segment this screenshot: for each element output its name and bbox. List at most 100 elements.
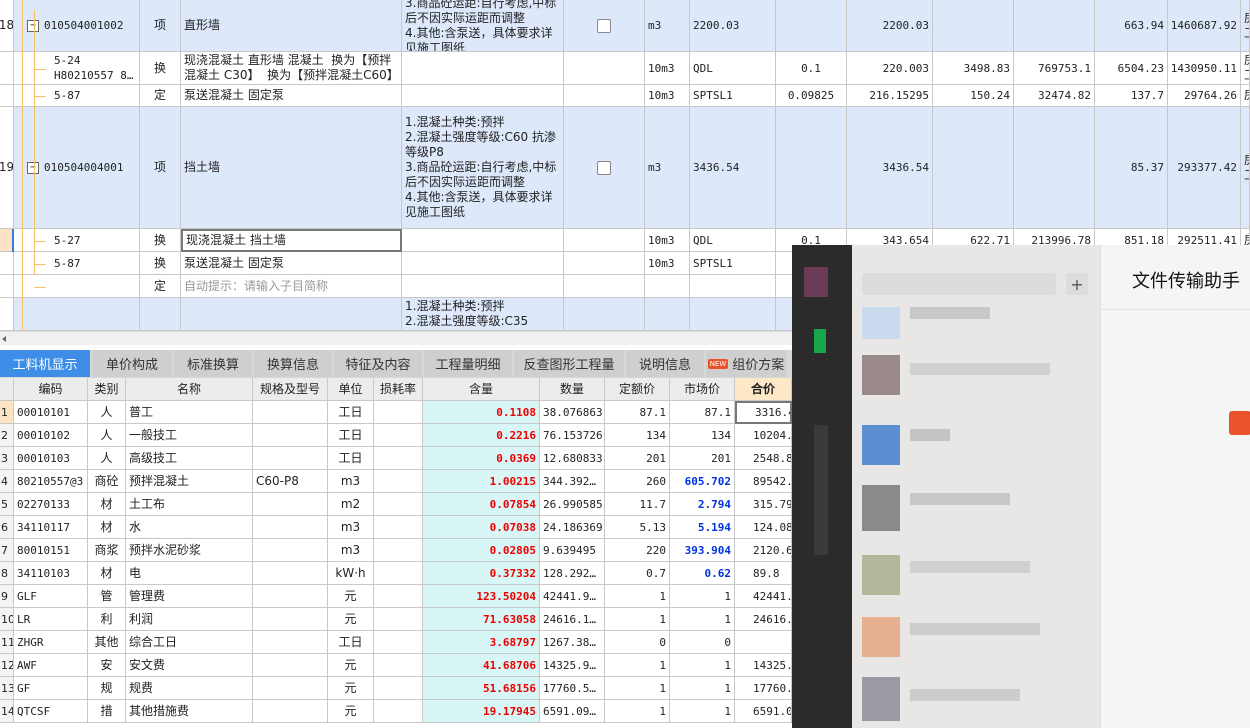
cell-market-price[interactable]: 1 <box>670 585 735 608</box>
cell-type[interactable]: 安 <box>88 654 126 677</box>
checkbox[interactable] <box>597 18 611 33</box>
cell-type[interactable]: 人 <box>88 447 126 470</box>
cell-total[interactable]: 3316.45 <box>735 401 792 424</box>
cell-quota-price[interactable]: 260 <box>605 470 670 493</box>
tab-4[interactable]: 特征及内容 <box>334 350 422 377</box>
header-row-number[interactable] <box>0 378 14 401</box>
tab-5[interactable]: 工程量明细 <box>424 350 512 377</box>
cell-quantity[interactable]: 9.639495 <box>540 539 605 562</box>
cell-quantity[interactable]: 42441.9… <box>540 585 605 608</box>
cell-loss-rate[interactable] <box>374 700 423 723</box>
cell-code[interactable]: ZHGR <box>14 631 88 654</box>
cell-unit[interactable]: 元 <box>328 585 374 608</box>
cell-unit[interactable]: 工日 <box>328 401 374 424</box>
cell-content[interactable]: 0.1108 <box>423 401 540 424</box>
cell-name[interactable]: 现浇混凝土 直形墙 混凝土 换为【预拌 混凝土 C30】 换为【预拌混凝土C60… <box>181 52 402 85</box>
cell-name[interactable]: 现浇混凝土 挡土墙 <box>181 229 402 252</box>
cell-total[interactable] <box>735 631 792 654</box>
cell-quota-price[interactable]: 1 <box>605 654 670 677</box>
cell-spec[interactable] <box>253 608 328 631</box>
cell-quota-price[interactable]: 87.1 <box>605 401 670 424</box>
cell-quota-price[interactable]: 1 <box>605 608 670 631</box>
cell-market-price[interactable]: 1 <box>670 700 735 723</box>
header-content[interactable]: 含量 <box>423 378 540 401</box>
add-button[interactable]: + <box>1066 273 1088 295</box>
cell-unit[interactable]: 工日 <box>328 631 374 654</box>
cell-unit[interactable]: m3 <box>328 539 374 562</box>
cell-quota-price[interactable]: 5.13 <box>605 516 670 539</box>
cell-market-price[interactable]: 1 <box>670 654 735 677</box>
collapse-icon[interactable]: − <box>27 162 39 174</box>
cell-code[interactable]: GLF <box>14 585 88 608</box>
cell-name[interactable]: 高级技工 <box>126 447 253 470</box>
collapse-icon[interactable]: − <box>27 20 39 32</box>
cell-content[interactable]: 19.17945 <box>423 700 540 723</box>
cell-code[interactable]: AWF <box>14 654 88 677</box>
cell-quantity[interactable]: 6591.09… <box>540 700 605 723</box>
tab-2[interactable]: 标准换算 <box>174 350 252 377</box>
header-code[interactable]: 编码 <box>14 378 88 401</box>
cell-quantity[interactable]: 24616.1… <box>540 608 605 631</box>
cell-loss-rate[interactable] <box>374 447 423 470</box>
cell-quantity[interactable]: 344.392… <box>540 470 605 493</box>
cell-spec[interactable] <box>253 631 328 654</box>
cell-loss-rate[interactable] <box>374 654 423 677</box>
header-total[interactable]: 合价 <box>735 378 792 401</box>
cell-market-price[interactable]: 1 <box>670 677 735 700</box>
cell-content[interactable]: 123.50204 <box>423 585 540 608</box>
cell-quantity[interactable]: 17760.5… <box>540 677 605 700</box>
chat-icon[interactable] <box>814 329 826 353</box>
cell-name[interactable]: 自动提示：请输入子目简称 <box>181 275 402 298</box>
cell-loss-rate[interactable] <box>374 677 423 700</box>
tab-8[interactable]: NEW 组价方案 <box>706 350 786 377</box>
cell-type[interactable]: 材 <box>88 516 126 539</box>
cell-unit[interactable]: 元 <box>328 700 374 723</box>
cell-name[interactable]: 直形墙 <box>181 0 402 52</box>
cell-name[interactable]: 普工 <box>126 401 253 424</box>
cell-total[interactable]: 89.8 <box>735 562 792 585</box>
cell-loss-rate[interactable] <box>374 424 423 447</box>
cell-code[interactable]: GF <box>14 677 88 700</box>
cell-unit[interactable]: 工日 <box>328 424 374 447</box>
cell-include-checkbox[interactable] <box>564 252 645 275</box>
cell-spec[interactable] <box>253 539 328 562</box>
cell-name[interactable]: 泵送混凝土 固定泵 <box>181 85 402 107</box>
cell-unit[interactable]: 元 <box>328 654 374 677</box>
cell-content[interactable]: 41.68706 <box>423 654 540 677</box>
cell-loss-rate[interactable] <box>374 585 423 608</box>
checkbox[interactable] <box>597 160 611 175</box>
cell-code[interactable]: QTCSF <box>14 700 88 723</box>
cell-include-checkbox[interactable] <box>564 229 645 252</box>
cell-type[interactable]: 管 <box>88 585 126 608</box>
cell-market-price[interactable]: 393.904 <box>670 539 735 562</box>
cell-spec[interactable] <box>253 493 328 516</box>
cell-total[interactable]: 10204.6 <box>735 424 792 447</box>
cell-total[interactable]: 14325.9 <box>735 654 792 677</box>
cell-quota-price[interactable]: 1 <box>605 677 670 700</box>
cell-include-checkbox[interactable] <box>564 85 645 107</box>
cell-total[interactable]: 6591.09 <box>735 700 792 723</box>
cell-code[interactable]: 34110117 <box>14 516 88 539</box>
cell-quantity[interactable]: 38.076863 <box>540 401 605 424</box>
cell-code[interactable]: 00010102 <box>14 424 88 447</box>
cell-quantity[interactable]: 14325.9… <box>540 654 605 677</box>
cell-include-checkbox[interactable] <box>564 0 645 52</box>
cell-code[interactable]: 80210557@3 <box>14 470 88 493</box>
cell-market-price[interactable]: 0 <box>670 631 735 654</box>
cell-spec[interactable] <box>253 562 328 585</box>
cell-unit[interactable]: m3 <box>328 470 374 493</box>
cell-name[interactable]: 电 <box>126 562 253 585</box>
cell-loss-rate[interactable] <box>374 516 423 539</box>
cell-unit[interactable]: m3 <box>328 516 374 539</box>
cell-name[interactable] <box>181 298 402 331</box>
cell-quantity[interactable]: 1267.38… <box>540 631 605 654</box>
cell-content[interactable]: 3.68797 <box>423 631 540 654</box>
cell-spec[interactable] <box>253 677 328 700</box>
cell-code[interactable]: 34110103 <box>14 562 88 585</box>
cell-include-checkbox[interactable] <box>564 107 645 229</box>
cell-spec[interactable] <box>253 424 328 447</box>
cell-quantity[interactable]: 128.292… <box>540 562 605 585</box>
cell-type[interactable]: 材 <box>88 493 126 516</box>
cell-quantity[interactable]: 76.153726 <box>540 424 605 447</box>
cell-type[interactable]: 其他 <box>88 631 126 654</box>
